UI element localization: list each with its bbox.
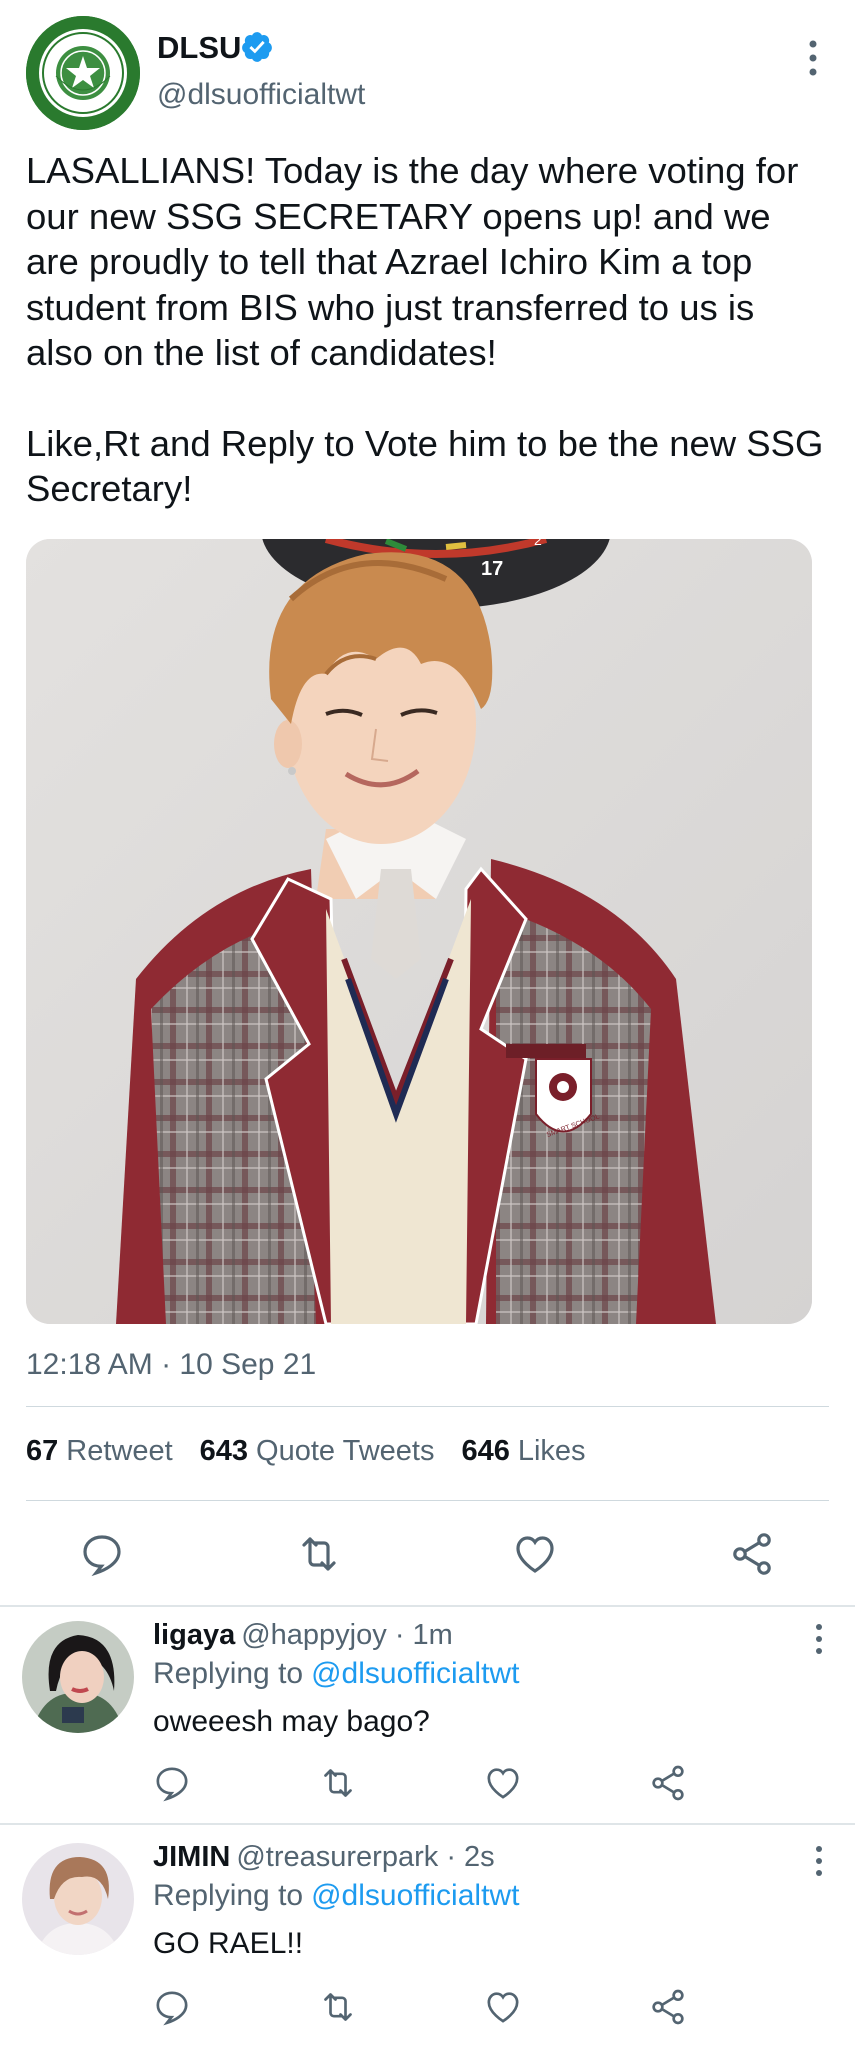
share-icon bbox=[733, 1533, 771, 1575]
quote-count: 643 bbox=[199, 1435, 249, 1467]
svg-text:2: 2 bbox=[534, 539, 542, 548]
avatar[interactable] bbox=[22, 1621, 134, 1733]
replying-prefix: Replying to bbox=[153, 1657, 304, 1690]
quote-tweets-stat[interactable]: 643 Quote Tweets bbox=[200, 1435, 435, 1468]
quote-label: Quote Tweets bbox=[256, 1435, 435, 1467]
author-handle[interactable]: @dlsuofficialtwt bbox=[157, 78, 365, 112]
replying-mention[interactable]: @dlsuofficialtwt bbox=[311, 1657, 519, 1690]
share-button[interactable] bbox=[728, 1530, 776, 1578]
retweet-button[interactable] bbox=[318, 1987, 358, 2027]
more-options-icon[interactable] bbox=[809, 1843, 829, 1879]
reply-item[interactable]: ligaya @happyjoy · 1m Replying to @dlsuoff… bbox=[0, 1605, 855, 1823]
retweet-button[interactable] bbox=[295, 1530, 343, 1578]
reply-meta: JIMIN @treasurerpark · 2s bbox=[153, 1841, 495, 1874]
likes-label: Likes bbox=[517, 1435, 586, 1467]
reply-meta: ligaya @happyjoy · 1m bbox=[153, 1619, 453, 1652]
reply-button[interactable] bbox=[78, 1530, 126, 1578]
reply-author-name[interactable]: JIMIN bbox=[153, 1841, 230, 1873]
tweet-action-bar bbox=[0, 1530, 855, 1590]
retweet-stat[interactable]: 67 Retweet bbox=[26, 1435, 173, 1468]
reply-icon bbox=[156, 1991, 188, 2026]
reply-button[interactable] bbox=[152, 1763, 192, 1803]
dlsu-seal-icon bbox=[26, 16, 140, 130]
student-portrait-image: 17 3 2 SMART SCHOOL bbox=[26, 539, 812, 1324]
tweet-paragraph: LASALLIANS! Today is the day where votin… bbox=[26, 150, 799, 373]
share-button[interactable] bbox=[648, 1987, 688, 2027]
reply-text: GO RAEL!! bbox=[153, 1927, 304, 1960]
retweet-icon bbox=[302, 1537, 336, 1571]
reply-author-handle[interactable]: @happyjoy bbox=[241, 1619, 387, 1651]
reply-item[interactable]: JIMIN @treasurerpark · 2s Replying to @dls… bbox=[0, 1827, 855, 2048]
reply-avatar-image bbox=[22, 1843, 134, 1955]
more-options-icon[interactable] bbox=[803, 36, 823, 80]
retweet-icon bbox=[324, 1993, 352, 2021]
tweet-paragraph: Like,Rt and Reply to Vote him to be the … bbox=[26, 422, 824, 510]
reply-author-name[interactable]: ligaya bbox=[153, 1619, 235, 1651]
retweet-icon bbox=[324, 1769, 352, 1797]
like-button[interactable] bbox=[483, 1763, 523, 1803]
divider bbox=[26, 1406, 829, 1407]
author-name[interactable]: DLSU bbox=[157, 30, 241, 66]
like-icon bbox=[487, 1992, 519, 2023]
retweet-label: Retweet bbox=[66, 1435, 173, 1467]
divider bbox=[0, 1823, 855, 1825]
more-options-icon[interactable] bbox=[809, 1621, 829, 1657]
likes-stat[interactable]: 646 Likes bbox=[461, 1435, 585, 1468]
like-button[interactable] bbox=[511, 1530, 559, 1578]
likes-count: 646 bbox=[461, 1435, 510, 1467]
tweet-stats: 67 Retweet 643 Quote Tweets 646 Likes bbox=[26, 1435, 586, 1468]
dartboard-number: 17 bbox=[481, 558, 503, 580]
tweet-header: DLSU @dlsuofficialtwt bbox=[26, 16, 829, 132]
share-button[interactable] bbox=[648, 1763, 688, 1803]
reply-author-handle[interactable]: @treasurerpark bbox=[236, 1841, 438, 1873]
tweet-photo[interactable]: 17 3 2 SMART SCHOOL bbox=[26, 539, 812, 1324]
avatar[interactable] bbox=[22, 1843, 134, 1955]
verified-badge-icon bbox=[242, 32, 272, 62]
reply-icon bbox=[156, 1767, 188, 1802]
reply-button[interactable] bbox=[152, 1987, 192, 2027]
retweet-button[interactable] bbox=[318, 1763, 358, 1803]
share-icon bbox=[652, 1765, 684, 1801]
tweet-timestamp[interactable]: 12:18 AM · 10 Sep 21 bbox=[26, 1348, 316, 1382]
replying-mention[interactable]: @dlsuofficialtwt bbox=[311, 1879, 519, 1912]
replying-prefix: Replying to bbox=[153, 1879, 304, 1912]
reply-action-bar bbox=[0, 1763, 855, 1823]
retweet-count: 67 bbox=[26, 1435, 59, 1467]
like-icon bbox=[516, 1536, 554, 1573]
replying-to: Replying to @dlsuofficialtwt bbox=[153, 1657, 519, 1691]
reply-action-bar bbox=[0, 1987, 855, 2047]
divider bbox=[26, 1500, 829, 1501]
reply-icon bbox=[83, 1535, 121, 1577]
tweet-text: LASALLIANS! Today is the day where votin… bbox=[26, 148, 826, 512]
reply-text: oweeesh may bago? bbox=[153, 1705, 430, 1738]
share-icon bbox=[652, 1989, 684, 2025]
reply-avatar-image bbox=[22, 1621, 134, 1733]
dlsu-logo-avatar[interactable] bbox=[26, 16, 140, 130]
like-button[interactable] bbox=[483, 1987, 523, 2027]
reply-time[interactable]: · 2s bbox=[446, 1841, 494, 1873]
reply-time[interactable]: · 1m bbox=[395, 1619, 453, 1651]
like-icon bbox=[487, 1768, 519, 1799]
replying-to: Replying to @dlsuofficialtwt bbox=[153, 1879, 519, 1913]
